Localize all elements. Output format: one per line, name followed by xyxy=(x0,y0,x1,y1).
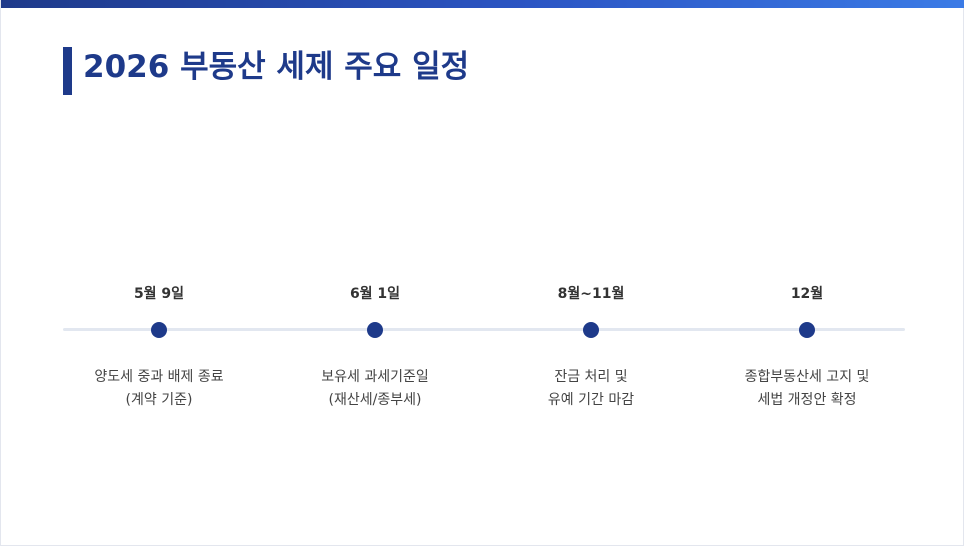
event-date: 5월 9일 xyxy=(133,286,185,302)
timeline-event-2: 6월 1일 보유세 과세기준일 (재산세/종부세) xyxy=(265,0,485,546)
event-description-line: (계약 기준) xyxy=(125,392,193,408)
event-description-line: 세법 개정안 확정 xyxy=(757,392,857,408)
timeline-dot xyxy=(367,322,383,338)
timeline-event-1: 5월 9일 양도세 중과 배제 종료 (계약 기준) xyxy=(49,0,269,546)
timeline-dot xyxy=(151,322,167,338)
event-description-line: (재산세/종부세) xyxy=(328,392,422,408)
timeline-dot xyxy=(583,322,599,338)
event-description-line: 유예 기간 마감 xyxy=(547,392,635,408)
timeline-event-4: 12월 종합부동산세 고지 및 세법 개정안 확정 xyxy=(697,0,917,546)
timeline-event-3: 8월~11월 잔금 처리 및 유예 기간 마감 xyxy=(481,0,701,546)
event-description-line: 보유세 과세기준일 xyxy=(321,369,429,385)
timeline-dot xyxy=(799,322,815,338)
event-description: 잔금 처리 및 유예 기간 마감 xyxy=(481,366,701,412)
event-date: 6월 1일 xyxy=(349,286,401,302)
event-description-line: 종합부동산세 고지 및 xyxy=(744,369,870,385)
event-description: 종합부동산세 고지 및 세법 개정안 확정 xyxy=(697,366,917,412)
event-date: 12월 xyxy=(790,286,824,302)
event-description: 양도세 중과 배제 종료 (계약 기준) xyxy=(49,366,269,412)
event-description-line: 잔금 처리 및 xyxy=(554,369,628,385)
event-description-line: 양도세 중과 배제 종료 xyxy=(94,369,224,385)
event-description: 보유세 과세기준일 (재산세/종부세) xyxy=(265,366,485,412)
slide: 2026 부동산 세제 주요 일정 5월 9일 양도세 중과 배제 종료 (계약… xyxy=(0,0,964,546)
event-date: 8월~11월 xyxy=(557,286,625,302)
